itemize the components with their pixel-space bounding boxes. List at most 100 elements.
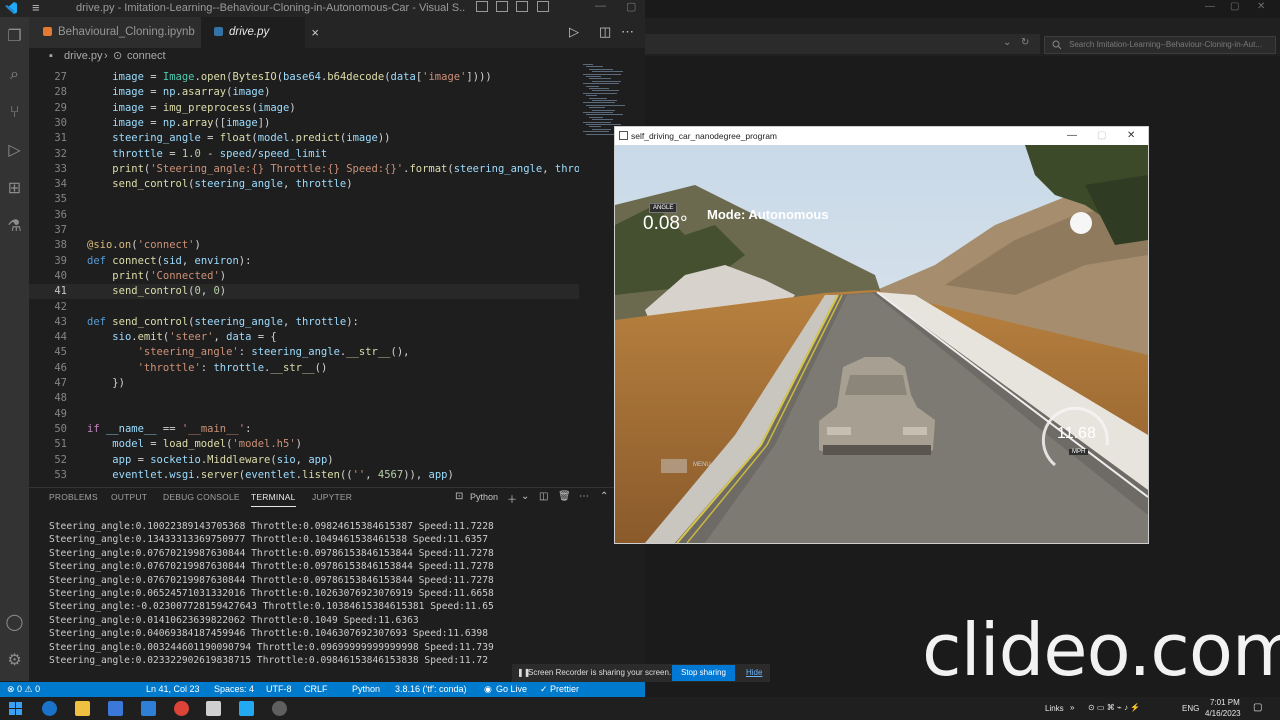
testing-icon[interactable]: ⚗ — [5, 217, 24, 236]
tab-label: drive.py — [229, 26, 270, 38]
terminal-output[interactable]: Steering_angle:0.10022389143705368 Throt… — [49, 520, 494, 667]
restore-icon[interactable]: ▢ — [626, 0, 636, 13]
code-text: }) — [87, 377, 125, 389]
trash-icon[interactable]: 🗑 — [558, 491, 571, 502]
screen-share-banner: ❚❚ Screen Recorder is sharing your scree… — [512, 664, 770, 682]
windows-start-icon[interactable] — [9, 702, 22, 715]
go-live-button[interactable]: Go Live — [496, 682, 527, 697]
breadcrumb-python-icon: ▪ — [49, 50, 53, 62]
chevron-down-icon[interactable]: ⌄ — [521, 491, 529, 502]
run-debug-icon[interactable]: ▷ — [5, 141, 24, 160]
add-terminal-icon[interactable]: ＋ — [507, 491, 517, 506]
terminal-line: Steering_angle:0.023322902619838715 Thro… — [49, 654, 488, 666]
minimap-line — [583, 83, 619, 85]
address-bar[interactable] — [645, 34, 1040, 54]
prettier-status[interactable]: ✓ Prettier — [540, 682, 579, 697]
language-mode[interactable]: Python — [352, 682, 380, 697]
source-control-icon[interactable]: ⑂ — [5, 103, 24, 122]
cursor-position[interactable]: Ln 41, Col 23 — [146, 682, 200, 697]
gear-icon[interactable]: ⚙ — [5, 651, 24, 670]
line-number: 33 — [54, 162, 67, 175]
line-number: 37 — [54, 224, 67, 236]
python-interpreter[interactable]: 3.8.16 ('tf': conda) — [395, 682, 466, 697]
language-indicator[interactable]: ENG — [1182, 704, 1199, 713]
file-explorer-icon[interactable] — [75, 701, 90, 716]
terminal-shell[interactable]: Python — [470, 492, 498, 502]
tab-behavioural-cloning[interactable]: Behavioural_Cloning.ipynb — [29, 17, 201, 48]
extensions-icon[interactable]: ⊞ — [5, 179, 24, 198]
minimize-icon[interactable]: — — [1067, 127, 1077, 145]
clock-date[interactable]: 4/16/2023 — [1205, 709, 1241, 718]
more-actions-icon[interactable]: ⋯ — [621, 24, 634, 40]
split-terminal-icon[interactable]: ◫ — [539, 491, 548, 502]
close-icon[interactable]: × — [311, 17, 319, 48]
tab-terminal[interactable]: TERMINAL — [251, 492, 296, 507]
chrome-icon[interactable] — [174, 701, 189, 716]
tab-drive-py[interactable]: drive.py × — [201, 17, 319, 48]
split-editor-icon[interactable]: ◫ — [599, 24, 611, 40]
unity-taskbar-icon[interactable] — [206, 701, 221, 716]
toggle-secondary-sidebar-icon[interactable] — [516, 1, 528, 12]
minimap-line — [589, 97, 607, 99]
account-icon[interactable]: ◯ — [5, 613, 24, 632]
minimize-icon[interactable]: — — [595, 0, 606, 12]
close-icon[interactable]: ✕ — [1257, 1, 1265, 12]
tab-output[interactable]: OUTPUT — [111, 492, 147, 502]
mail-icon[interactable] — [141, 701, 156, 716]
links-toolbar[interactable]: Links — [1045, 704, 1064, 713]
code-editor[interactable]: 27 image = Image.open(BytesIO(base64.b64… — [29, 64, 579, 482]
tab-jupyter[interactable]: JUPYTER — [312, 492, 352, 502]
tab-debug-console[interactable]: DEBUG CONSOLE — [163, 492, 240, 502]
toggle-panel-icon[interactable] — [496, 1, 508, 12]
clock-time[interactable]: 7:01 PM — [1210, 698, 1240, 707]
code-text: if __name__ == '__main__': — [87, 422, 252, 435]
maximize-icon[interactable]: ▢ — [1097, 127, 1106, 145]
eol[interactable]: CRLF — [304, 682, 328, 697]
minimap-line — [586, 114, 623, 116]
minimap-line — [583, 64, 593, 65]
tray-chevron-icon[interactable]: » — [1070, 703, 1074, 712]
menu-button[interactable] — [661, 459, 687, 473]
line-number: 28 — [54, 86, 67, 99]
menu-icon[interactable]: ≡ — [32, 0, 40, 15]
maximize-icon[interactable]: ▢ — [1230, 1, 1239, 12]
search-icon[interactable]: ⌕ — [5, 65, 24, 84]
more-actions-icon[interactable]: ⋯ — [579, 491, 589, 502]
explorer-icon[interactable]: ❐ — [5, 27, 24, 46]
minimap-line — [586, 85, 599, 87]
hide-link[interactable]: Hide — [746, 664, 762, 682]
encoding[interactable]: UTF-8 — [266, 682, 292, 697]
minimize-icon[interactable]: — — [1205, 1, 1215, 12]
edge-icon[interactable] — [42, 701, 57, 716]
close-icon[interactable]: ✕ — [1127, 127, 1135, 145]
minimap-line — [586, 124, 621, 125]
breadcrumb-symbol[interactable]: connect — [127, 48, 166, 64]
toggle-sidebar-icon[interactable] — [476, 1, 488, 12]
terminal-line: Steering_angle:0.13433313369750977 Throt… — [49, 534, 488, 546]
code-line[interactable]: 41 send_control(0, 0) — [29, 284, 579, 300]
terminal-line: Steering_angle:0.10022389143705368 Throt… — [49, 521, 494, 532]
recorder-icon[interactable] — [272, 701, 287, 716]
customize-layout-icon[interactable] — [537, 1, 549, 12]
notification-icon[interactable]: ▢ — [1253, 702, 1262, 713]
simulator-window: self_driving_car_nanodegree_program — ▢ … — [614, 126, 1149, 544]
terminal-line: Steering_angle:0.01410623639822062 Throt… — [49, 614, 419, 626]
breadcrumb-file[interactable]: drive.py — [64, 48, 103, 64]
chevron-down-icon[interactable]: ⌄ — [1003, 37, 1011, 48]
chevron-up-icon[interactable]: ⌃ — [600, 491, 608, 502]
store-icon[interactable] — [108, 701, 123, 716]
stop-sharing-button[interactable]: Stop sharing — [672, 665, 735, 681]
tab-problems[interactable]: PROBLEMS — [49, 492, 98, 502]
problems-indicator[interactable]: ⊗ 0 ⚠ 0 — [7, 682, 40, 697]
run-icon[interactable]: ▷ — [569, 24, 579, 40]
refresh-icon[interactable]: ↻ — [1021, 37, 1029, 48]
tray-icons[interactable]: ⊙ ▭ ⌘ ⌁ ♪ ⚡ — [1088, 703, 1140, 712]
explorer-search-input[interactable]: Search Imitation-Learning--Behaviour-Clo… — [1044, 36, 1276, 54]
indent-setting[interactable]: Spaces: 4 — [214, 682, 254, 697]
code-text: def connect(sid, environ): — [87, 254, 252, 267]
line-number: 31 — [54, 132, 67, 145]
vscode-taskbar-icon[interactable] — [239, 701, 254, 716]
editor-tabs: Behavioural_Cloning.ipynb drive.py × ▷ ◫… — [29, 17, 645, 48]
code-text: model = load_model('model.h5') — [112, 438, 302, 451]
line-number: 49 — [54, 407, 67, 420]
